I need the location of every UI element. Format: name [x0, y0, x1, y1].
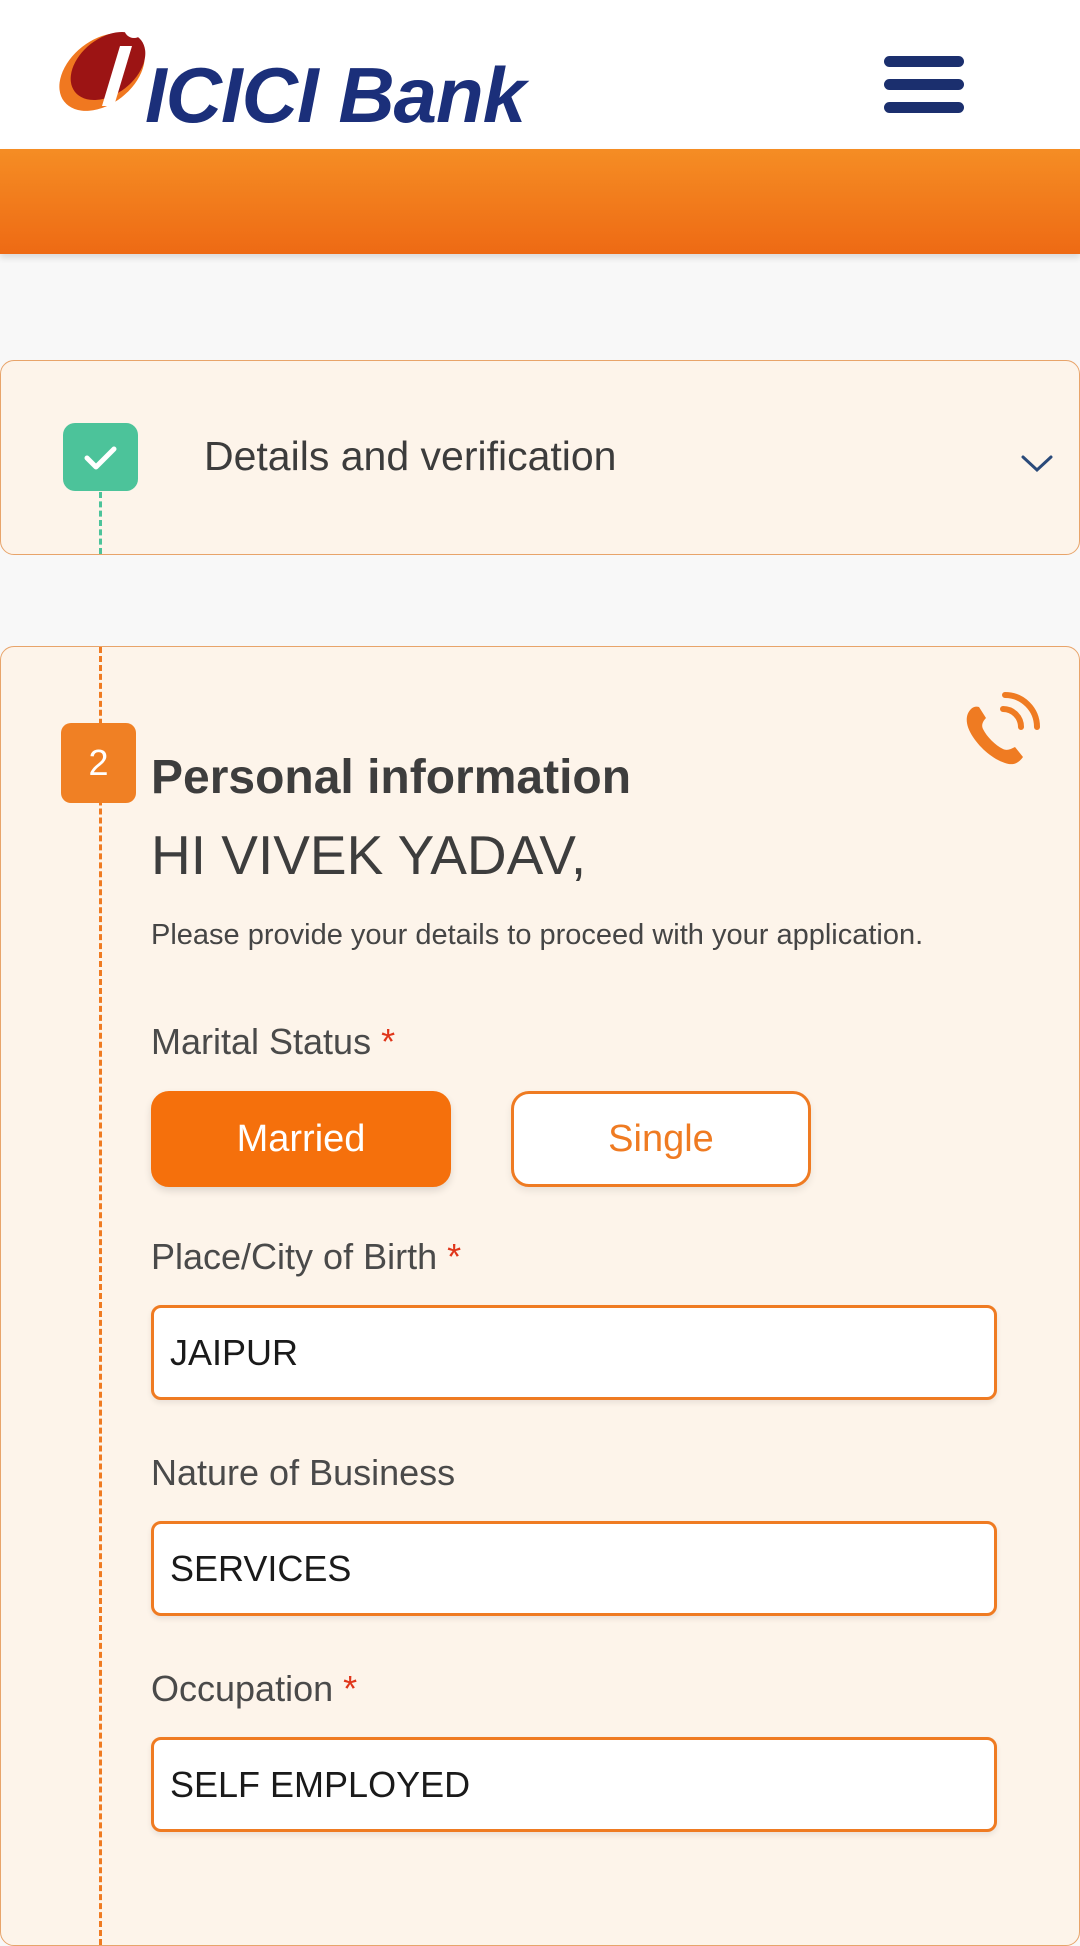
app-header: ICICI Bank	[0, 0, 1080, 149]
step-connector	[99, 492, 102, 554]
phone-call-icon[interactable]	[951, 679, 1051, 779]
step-details-verification[interactable]: Details and verification	[0, 360, 1080, 555]
step-connector	[99, 647, 102, 1945]
occupation-input[interactable]: SELF EMPLOYED	[151, 1737, 997, 1832]
section-title: Personal information	[151, 751, 632, 804]
chevron-down-icon[interactable]	[1019, 451, 1055, 475]
married-option-button[interactable]: Married	[151, 1091, 451, 1187]
business-nature-input[interactable]: SERVICES	[151, 1521, 997, 1616]
single-option-button[interactable]: Single	[511, 1091, 811, 1187]
marital-status-label: Marital Status *	[151, 1021, 396, 1062]
birth-place-input[interactable]: JAIPUR	[151, 1305, 997, 1400]
instruction-text: Please provide your details to proceed w…	[151, 919, 924, 951]
orange-banner	[0, 149, 1080, 254]
hamburger-menu-icon[interactable]	[884, 56, 964, 114]
step-title: Details and verification	[204, 433, 617, 479]
required-asterisk: *	[343, 1668, 358, 1709]
greeting-text: HI VIVEK YADAV,	[151, 824, 587, 886]
logo-wordmark: ICICI Bank	[145, 51, 526, 139]
business-nature-label: Nature of Business	[151, 1452, 456, 1493]
icici-bank-logo[interactable]: ICICI Bank	[50, 10, 590, 139]
check-icon	[63, 423, 138, 491]
occupation-label: Occupation *	[151, 1668, 358, 1709]
step-personal-information: 2 Personal information HI VIVEK YADAV, P…	[0, 646, 1080, 1946]
required-asterisk: *	[447, 1236, 462, 1277]
required-asterisk: *	[381, 1021, 396, 1062]
birth-place-label: Place/City of Birth *	[151, 1236, 462, 1277]
step-number-badge: 2	[61, 723, 136, 803]
